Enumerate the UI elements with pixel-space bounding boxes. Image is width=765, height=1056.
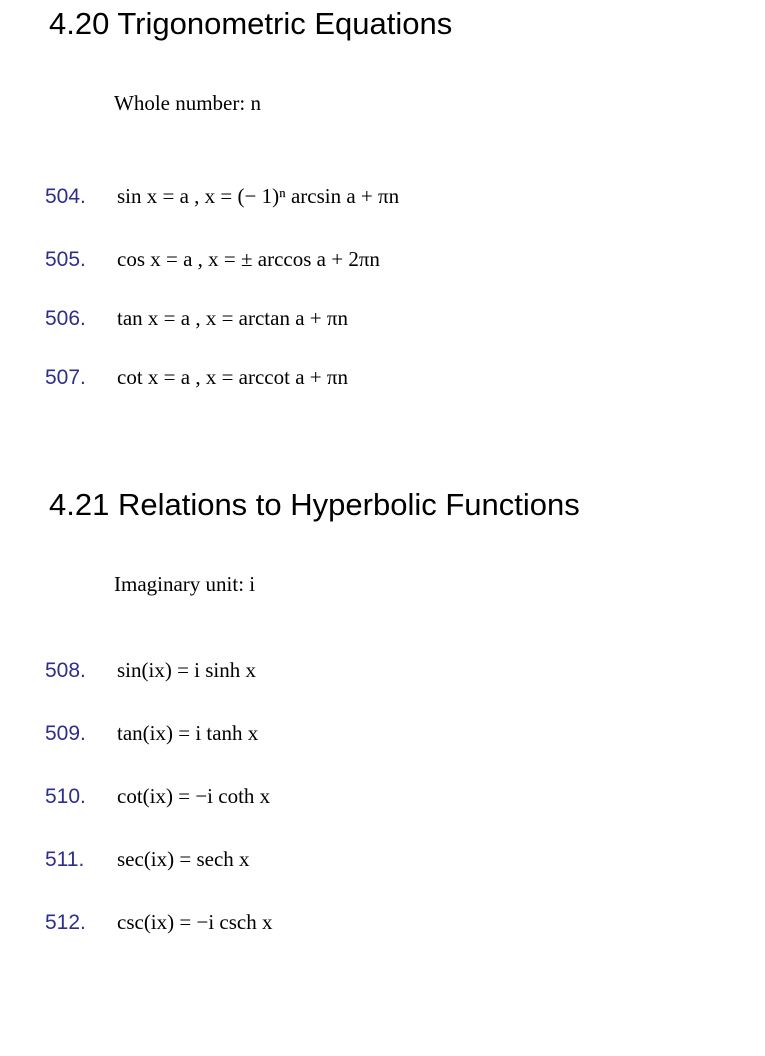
- formula-text: cot x = a , x = arccot a + πn: [117, 365, 348, 389]
- formula-row: 511. sec(ix) = sech x: [0, 849, 765, 879]
- formula-text: sec(ix) = sech x: [117, 847, 250, 871]
- formula-text: tan(ix) = i tanh x: [117, 721, 259, 745]
- section-title: 4.21 Relations to Hyperbolic Functions: [49, 487, 580, 522]
- formula-number: 509.: [45, 722, 86, 745]
- formula-number: 507.: [45, 366, 86, 389]
- formula-row: 506. tan x = a , x = arctan a + πn: [0, 308, 765, 338]
- formula-row: 509. tan(ix) = i tanh x: [0, 723, 765, 753]
- formula-row: 508. sin(ix) = i sinh x: [0, 660, 765, 690]
- formula-row: 512. csc(ix) = −i csch x: [0, 912, 765, 942]
- formula-number: 506.: [45, 307, 86, 330]
- section-note: Whole number: n: [114, 91, 261, 115]
- formula-row: 505. cos x = a , x = ± arccos a + 2πn: [0, 249, 765, 279]
- formula-text: sin x = a , x = (− 1)ⁿ arcsin a + πn: [117, 184, 400, 208]
- formula-text: tan x = a , x = arctan a + πn: [117, 306, 348, 330]
- formula-number: 504.: [45, 185, 86, 208]
- formula-row: 510. cot(ix) = −i coth x: [0, 786, 765, 816]
- formula-row: 504. sin x = a , x = (− 1)ⁿ arcsin a + π…: [0, 186, 765, 216]
- formula-number: 511.: [45, 848, 85, 871]
- formula-text: csc(ix) = −i csch x: [117, 910, 273, 934]
- formula-text: sin(ix) = i sinh x: [117, 658, 257, 682]
- formula-number: 505.: [45, 248, 86, 271]
- section-title: 4.20 Trigonometric Equations: [49, 6, 453, 41]
- formula-number: 512.: [45, 911, 86, 934]
- section-note: Imaginary unit: i: [114, 572, 256, 596]
- formula-text: cot(ix) = −i coth x: [117, 784, 271, 808]
- formula-number: 510.: [45, 785, 86, 808]
- formula-text: cos x = a , x = ± arccos a + 2πn: [117, 247, 380, 271]
- formula-row: 507. cot x = a , x = arccot a + πn: [0, 367, 765, 397]
- page: { "sections": [ { "title": "4.20 Trigono…: [0, 0, 765, 1056]
- formula-number: 508.: [45, 659, 86, 682]
